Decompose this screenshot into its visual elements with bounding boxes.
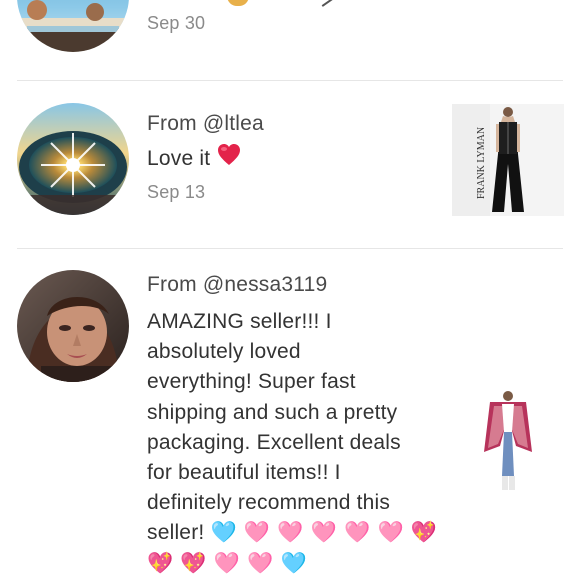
review-line: definitely recommend this bbox=[147, 491, 391, 515]
blue-heart-icon: 🩵 bbox=[280, 551, 307, 575]
pink-heart-icon: 🩷 bbox=[243, 521, 271, 545]
emoji-row-2: 💖 💖 🩷 🩷 🩵 bbox=[147, 549, 447, 579]
red-heart-icon bbox=[216, 143, 242, 176]
item-thumbnail[interactable]: FRANK LYMAN bbox=[452, 104, 564, 216]
sparkling-heart-icon: 💖 bbox=[410, 521, 438, 545]
pink-heart-icon: 🩷 bbox=[310, 521, 338, 545]
reviewer-avatar[interactable] bbox=[17, 103, 129, 215]
blue-heart-icon: 🩵 bbox=[210, 521, 237, 545]
brand-label: FRANK LYMAN bbox=[476, 127, 487, 199]
review-text-body: Love it bbox=[147, 147, 211, 171]
review-line: for beautiful items!! I bbox=[147, 461, 341, 485]
pink-heart-icon: 🩷 bbox=[277, 521, 304, 545]
pink-heart-icon: 🩷 bbox=[344, 521, 371, 545]
review-text: AMAZING seller!!! I absolutely loved eve… bbox=[147, 307, 447, 579]
review-line: absolutely loved bbox=[147, 340, 301, 364]
item-thumbnail[interactable] bbox=[452, 386, 564, 498]
pink-heart-icon: 🩷 bbox=[213, 551, 241, 575]
emoji-icon bbox=[227, 0, 249, 6]
review-line-last: seller! 🩵 🩷 🩷 🩷 🩷 🩷 💖 bbox=[147, 518, 447, 548]
reviewer-avatar[interactable] bbox=[17, 0, 129, 52]
item-thumbnail[interactable] bbox=[452, 0, 564, 48]
divider bbox=[17, 248, 563, 249]
pink-heart-icon: 🩷 bbox=[377, 521, 404, 545]
review-line: everything! Super fast bbox=[147, 370, 356, 394]
review-line: seller! bbox=[147, 521, 205, 545]
review-text: Love it bbox=[147, 143, 437, 176]
emoji-row: 🩵 🩷 🩷 🩷 🩷 🩷 💖 bbox=[210, 521, 438, 544]
review-date: Sep 30 bbox=[147, 13, 206, 33]
review-author[interactable]: From @nessa3119 bbox=[147, 273, 327, 297]
sparkling-heart-icon: 💖 bbox=[180, 551, 207, 575]
review-date: Sep 13 bbox=[147, 182, 206, 202]
review-line: AMAZING seller!!! I bbox=[147, 310, 332, 333]
review-line: shipping and such a pretty bbox=[147, 400, 398, 424]
review-line: packaging. Excellent deals bbox=[147, 430, 401, 454]
reviewer-avatar[interactable] bbox=[17, 270, 129, 382]
sparkling-heart-icon: 💖 bbox=[147, 551, 174, 575]
divider bbox=[17, 80, 563, 81]
review-author[interactable]: From @ltlea bbox=[147, 112, 264, 136]
pink-heart-icon: 🩷 bbox=[247, 551, 274, 575]
text-fragment-icon bbox=[319, 0, 333, 7]
